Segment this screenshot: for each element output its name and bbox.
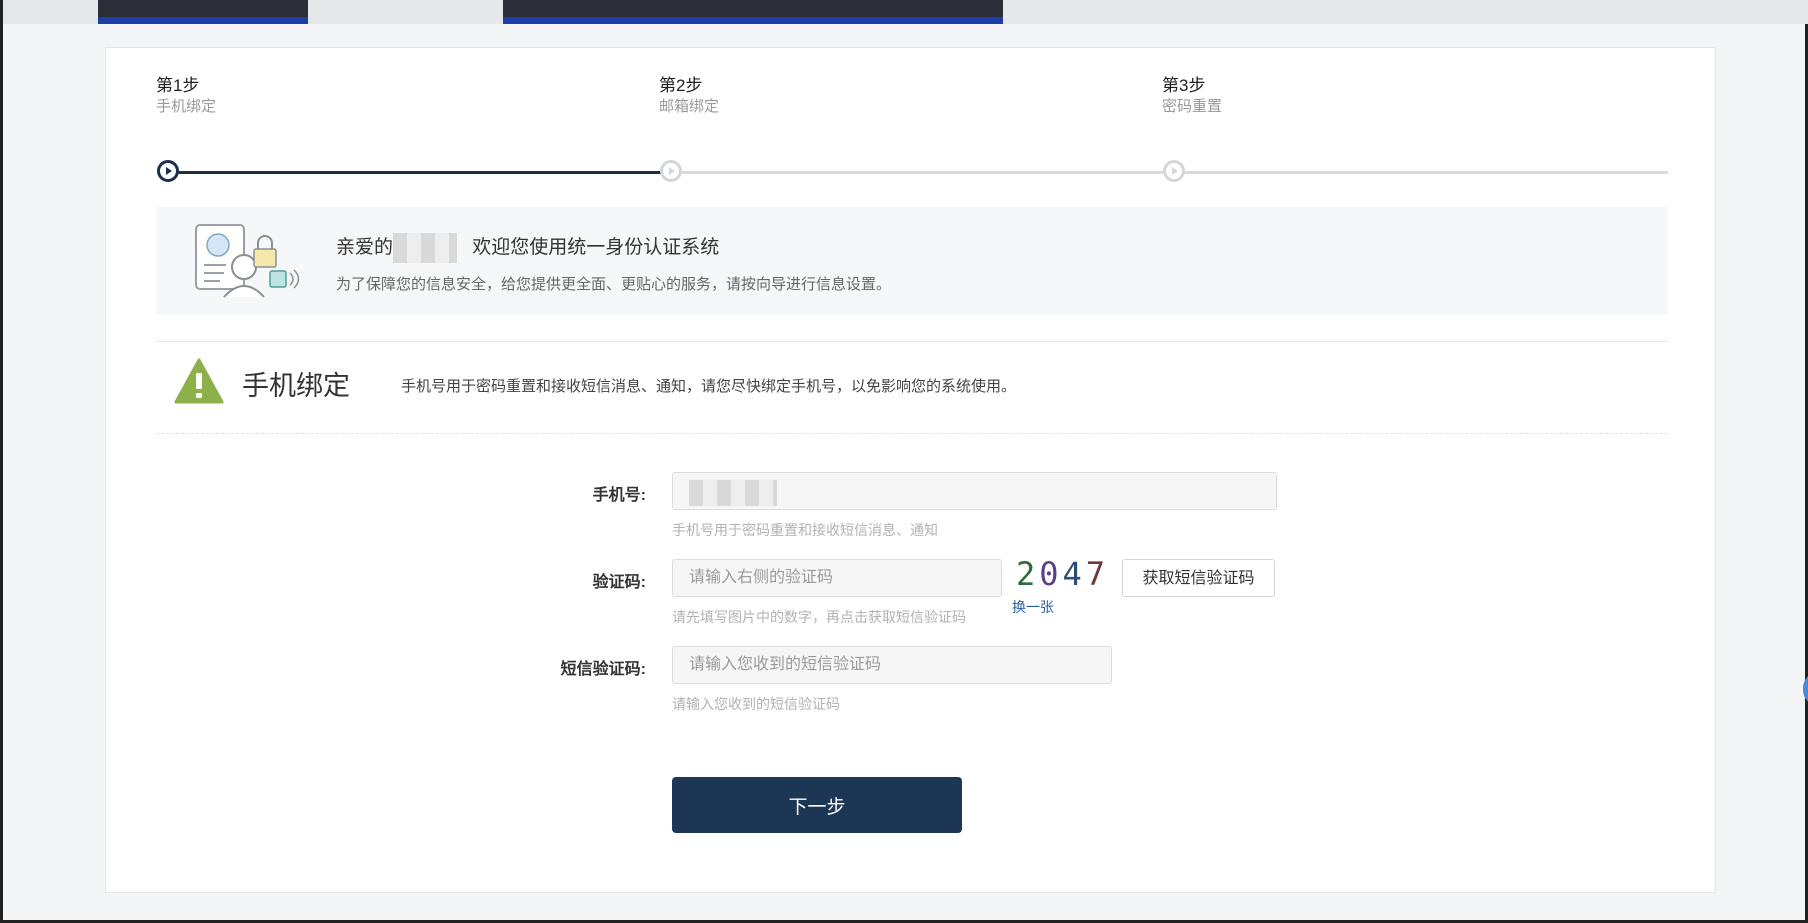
welcome-banner: 亲爱的 欢迎您使用统一身份认证系统 为了保障您的信息安全，给您提供更全面、更贴心…	[156, 207, 1668, 315]
step-subtitle: 邮箱绑定	[659, 98, 720, 115]
step-1-marker-icon	[157, 160, 179, 182]
browser-frame: 第1步 手机绑定 第2步 邮箱绑定 第3步 密码重置 亲爱的 欢迎您使用统一身份…	[0, 0, 1808, 923]
wizard-steps: 第1步 手机绑定 第2步 邮箱绑定 第3步 密码重置	[156, 76, 1668, 182]
section-divider	[156, 433, 1668, 434]
greeting-prefix: 亲爱的	[336, 237, 394, 258]
captcha-hint: 请先填写图片中的数字，再点击获取短信验证码	[672, 609, 966, 625]
welcome-greeting: 亲爱的 欢迎您使用统一身份认证系统	[336, 232, 719, 263]
user-security-illustration-icon	[194, 223, 302, 299]
step-1: 第1步 手机绑定	[156, 76, 216, 118]
get-sms-code-button[interactable]: 获取短信验证码	[1122, 559, 1275, 597]
step-subtitle: 手机绑定	[156, 98, 217, 115]
header-band	[1003, 0, 1808, 24]
sms-code-label: 短信验证码:	[560, 661, 646, 678]
captcha-digit: 2	[1016, 555, 1040, 593]
header-band	[3, 0, 98, 24]
sms-code-input[interactable]	[672, 646, 1112, 684]
header-band	[308, 0, 503, 24]
redacted-username	[393, 232, 458, 263]
phone-label: 手机号:	[592, 487, 646, 504]
captcha-label: 验证码:	[592, 574, 646, 591]
top-header-bar	[3, 0, 1808, 24]
step-3-marker-icon	[1163, 160, 1185, 182]
captcha-image[interactable]: 2047	[1016, 554, 1108, 594]
captcha-digit: 7	[1085, 555, 1110, 593]
next-step-button[interactable]: 下一步	[672, 777, 962, 833]
step-subtitle: 密码重置	[1162, 98, 1223, 115]
step-2: 第2步 邮箱绑定	[659, 76, 719, 118]
sms-code-hint: 请输入您收到的短信验证码	[672, 696, 840, 712]
captcha-digit: 0	[1039, 555, 1063, 593]
phone-hint: 手机号用于密码重置和接收短信消息、通知	[672, 522, 938, 538]
phone-input[interactable]	[672, 472, 1277, 510]
step-title: 第1步	[156, 76, 200, 95]
section-divider	[156, 341, 1668, 342]
refresh-captcha-link[interactable]: 换一张	[1012, 597, 1054, 617]
step-progress-line-active	[168, 171, 670, 174]
step-title: 第2步	[659, 76, 703, 95]
step-title: 第3步	[1162, 76, 1206, 95]
redacted-phone-number	[689, 480, 777, 507]
warning-icon	[174, 358, 224, 404]
captcha-input[interactable]	[672, 559, 1002, 597]
step-3: 第3步 密码重置	[1162, 76, 1222, 118]
welcome-subtitle: 为了保障您的信息安全，给您提供更全面、更贴心的服务，请按向导进行信息设置。	[336, 276, 892, 293]
greeting-suffix: 欢迎您使用统一身份认证系统	[472, 237, 720, 258]
section-description: 手机号用于密码重置和接收短信消息、通知，请您尽快绑定手机号，以免影响您的系统使用…	[401, 378, 1017, 395]
header-accent-bar	[503, 17, 1003, 24]
setup-wizard-card: 第1步 手机绑定 第2步 邮箱绑定 第3步 密码重置 亲爱的 欢迎您使用统一身份…	[105, 47, 1716, 893]
captcha-digit: 4	[1062, 555, 1086, 593]
section-title: 手机绑定	[242, 371, 350, 401]
step-2-marker-icon	[660, 160, 682, 182]
header-accent-bar	[98, 17, 308, 24]
floating-side-button[interactable]	[1803, 672, 1808, 706]
